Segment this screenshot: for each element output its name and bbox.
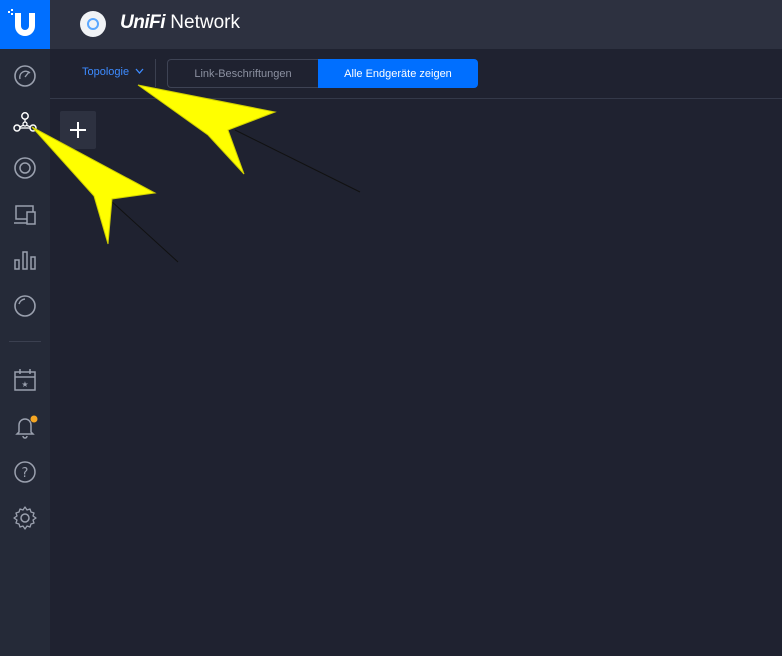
insights-icon[interactable] [11, 292, 39, 320]
clients-icon[interactable] [11, 201, 39, 229]
link-labels-toggle[interactable]: Link-Beschriftungen [167, 59, 318, 88]
plus-icon [70, 122, 86, 138]
help-icon[interactable]: ? [11, 458, 39, 486]
app-product: Network [170, 12, 240, 33]
annotation-arrow-topology-icon [31, 126, 179, 263]
annotation-arrow-topology-dropdown [137, 84, 361, 193]
toolbar-divider [155, 59, 156, 87]
settings-icon[interactable] [11, 504, 39, 532]
app-brand: UniFi [120, 12, 166, 33]
svg-text:?: ? [22, 466, 29, 481]
toolbar: Topologie Link-Beschriftungen Alle Endge… [50, 49, 782, 99]
alerts-icon[interactable] [11, 412, 39, 440]
svg-text:★: ★ [21, 380, 28, 389]
devices-icon[interactable] [11, 154, 39, 182]
view-dropdown[interactable]: Topologie [82, 66, 144, 78]
add-button[interactable] [60, 111, 96, 149]
ubiquiti-logo[interactable] [0, 0, 50, 49]
topology-icon[interactable] [11, 109, 39, 137]
dashboard-icon[interactable] [11, 62, 39, 90]
events-icon[interactable]: ★ [11, 366, 39, 394]
top-bar: UniFi Network [50, 0, 782, 49]
sidebar-divider [9, 341, 41, 342]
unifi-app-icon [80, 11, 106, 37]
sidebar: ★ ? [0, 0, 50, 656]
view-dropdown-label: Topologie [82, 66, 130, 78]
statistics-icon[interactable] [11, 246, 39, 274]
chevron-down-icon [135, 66, 144, 78]
show-all-clients-toggle[interactable]: Alle Endgeräte zeigen [318, 59, 478, 88]
app-title: UniFi Network [120, 12, 240, 34]
